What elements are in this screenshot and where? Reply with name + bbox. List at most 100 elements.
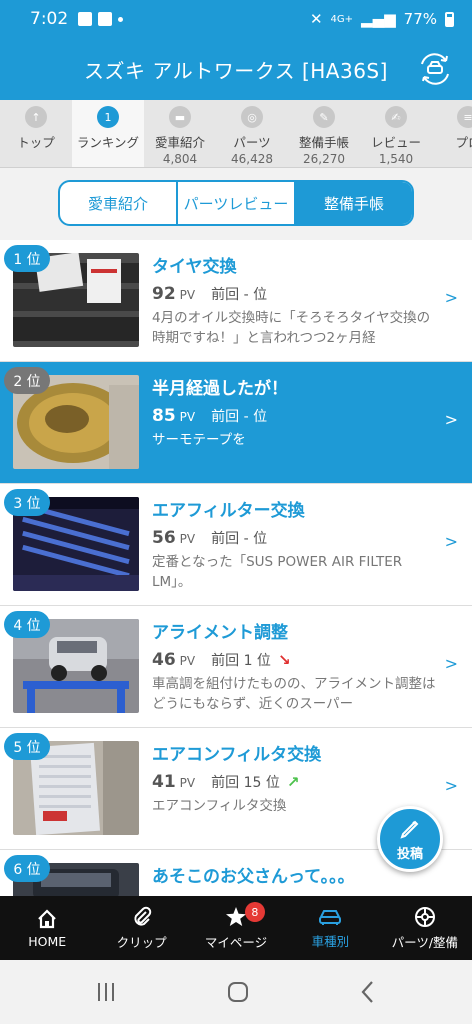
pro-icon: ≡ (457, 106, 472, 128)
wrench-icon: ✎ (313, 106, 335, 128)
pv-count: 92 (152, 284, 176, 304)
tab-label: 愛車紹介 (154, 135, 205, 150)
nav-mypage[interactable]: 8 マイページ (189, 896, 283, 960)
item-description: 4月のオイル交換時に「そろそろタイヤ交換の時期ですね！」と言われつつ2ヶ月経 (152, 310, 431, 346)
tab-label: プロ (455, 135, 472, 150)
notification-badge: 8 (244, 902, 265, 922)
pv-unit: PV (179, 776, 196, 790)
tab-label: パーツ (233, 135, 271, 150)
star-icon (226, 906, 247, 926)
item-title: アライメント調整 (152, 623, 288, 643)
switch-car-icon[interactable] (418, 52, 452, 86)
pv-count: 41 (152, 772, 176, 792)
home-icon (38, 908, 56, 928)
tab-label: レビュー (370, 135, 421, 150)
wheel-icon: ◎ (241, 106, 263, 128)
rank-badge: 6 位 (4, 855, 50, 882)
item-description: 定番となった「SUS POWER AIR FILTER LM」。 (152, 554, 403, 590)
item-title: 半月経過したが！ (152, 379, 288, 399)
page-title: スズキ アルトワークス [HA36S] (84, 58, 388, 83)
tab-maintenance[interactable]: ✎ 整備手帳 26,270 (288, 100, 360, 167)
bottom-nav: HOME クリップ 8 マイページ 車種別 パーツ/整備 (0, 896, 472, 960)
item-title: エアコンフィルタ交換 (152, 745, 322, 765)
post-button[interactable]: 投稿 (377, 806, 443, 872)
segment-parts-review[interactable]: パーツレビュー (178, 182, 296, 224)
previous-rank: 前回 - 位 (211, 409, 268, 425)
ranking-item[interactable]: 2 位 半月経過したが！ 85 PV 前回 - 位 サーモテープを > (0, 362, 472, 484)
tab-label: トップ (17, 135, 55, 150)
nav-label: 車種別 (311, 933, 350, 949)
nav-label: HOME (28, 933, 67, 949)
recent-apps-icon[interactable] (94, 981, 118, 1003)
tab-label: 整備手帳 (298, 135, 349, 150)
chevron-right-icon: > (444, 288, 458, 307)
trend-up-icon: ↗ (286, 773, 300, 791)
rank-badge: 2 位 (4, 367, 50, 394)
mute-icon: ✕ (309, 10, 323, 28)
chevron-right-icon: > (444, 532, 458, 551)
ranking-item[interactable]: 4 位 アライメント調整 46 PV 前回 1 位 ↘ 車高調を組付けたものの、… (0, 606, 472, 728)
item-title: タイヤ交換 (152, 257, 237, 277)
segment-car-intro[interactable]: 愛車紹介 (60, 182, 178, 224)
app-icon (98, 12, 113, 26)
tab-review[interactable]: ✍ レビュー 1,540 (360, 100, 432, 167)
tab-count: 1,540 (378, 152, 414, 166)
previous-rank: 前回 1 位 (211, 653, 271, 669)
previous-rank: 前回 - 位 (211, 531, 268, 547)
pv-count: 46 (152, 650, 176, 670)
nav-clip[interactable]: クリップ (94, 896, 188, 960)
notification-icons (78, 12, 124, 26)
review-icon: ✍ (385, 106, 407, 128)
pv-unit: PV (179, 654, 196, 668)
more-notifications-icon (118, 16, 124, 22)
nav-car-type[interactable]: 車種別 (283, 896, 377, 960)
home-button-icon[interactable] (226, 980, 250, 1004)
pv-unit: PV (179, 410, 196, 424)
tab-count: 4,804 (162, 152, 198, 166)
previous-rank: 前回 15 位 (211, 775, 280, 791)
nav-home[interactable]: HOME (0, 896, 94, 960)
tab-parts[interactable]: ◎ パーツ 46,428 (216, 100, 288, 167)
chevron-right-icon: > (444, 654, 458, 673)
item-description: サーモテープを (152, 432, 246, 448)
nav-label: パーツ/整備 (391, 934, 459, 950)
ranking-icon: 1 (97, 106, 119, 128)
tab-top[interactable]: ↑ トップ (0, 100, 72, 167)
system-nav (0, 960, 472, 1024)
nav-label: クリップ (116, 934, 167, 950)
nav-parts-maintenance[interactable]: パーツ/整備 (378, 896, 472, 960)
wheel-icon (414, 906, 435, 927)
rank-badge: 3 位 (4, 489, 50, 516)
battery-icon (445, 11, 454, 27)
rank-badge: 4 位 (4, 611, 50, 638)
car-icon (319, 909, 342, 925)
tab-pro[interactable]: ≡ プロ (432, 100, 472, 167)
gallery-icon (78, 12, 93, 26)
tab-ranking[interactable]: 1 ランキング (72, 100, 144, 167)
pv-count: 85 (152, 406, 176, 426)
clip-icon (134, 906, 151, 926)
item-description: 車高調を組付けたものの、アライメント調整はどうにもならず、近くのスーパー (152, 676, 436, 712)
pen-icon (400, 820, 419, 839)
pv-count: 56 (152, 528, 176, 548)
segment-maintenance[interactable]: 整備手帳 (296, 182, 412, 224)
car-icon: ▬ (169, 106, 191, 128)
top-icon: ↑ (25, 106, 47, 128)
rank-badge: 1 位 (4, 245, 50, 272)
back-icon[interactable] (358, 980, 378, 1004)
ranking-item[interactable]: 3 位 エアフィルター交換 56 PV 前回 - 位 定番となった「SUS PO… (0, 484, 472, 606)
battery-level: 77% (403, 10, 437, 28)
status-time: 7:02 (30, 9, 69, 29)
signal-icon: ▂▄▆ (361, 10, 396, 28)
network-type: 4G+ (330, 13, 354, 25)
trend-down-icon: ↘ (277, 651, 291, 669)
pv-unit: PV (179, 532, 196, 546)
tab-count: 46,428 (231, 152, 273, 166)
chevron-right-icon: > (444, 410, 458, 429)
app-header: スズキ アルトワークス [HA36S] (0, 38, 472, 100)
tab-car-intro[interactable]: ▬ 愛車紹介 4,804 (144, 100, 216, 167)
chevron-right-icon: > (444, 776, 458, 795)
ranking-item[interactable]: 1 位 タイヤ交換 92 PV 前回 - 位 4月のオイル交換時に「そろそろタイ… (0, 240, 472, 362)
tab-label: ランキング (76, 135, 140, 150)
segment-control: 愛車紹介 パーツレビュー 整備手帳 (58, 180, 414, 226)
